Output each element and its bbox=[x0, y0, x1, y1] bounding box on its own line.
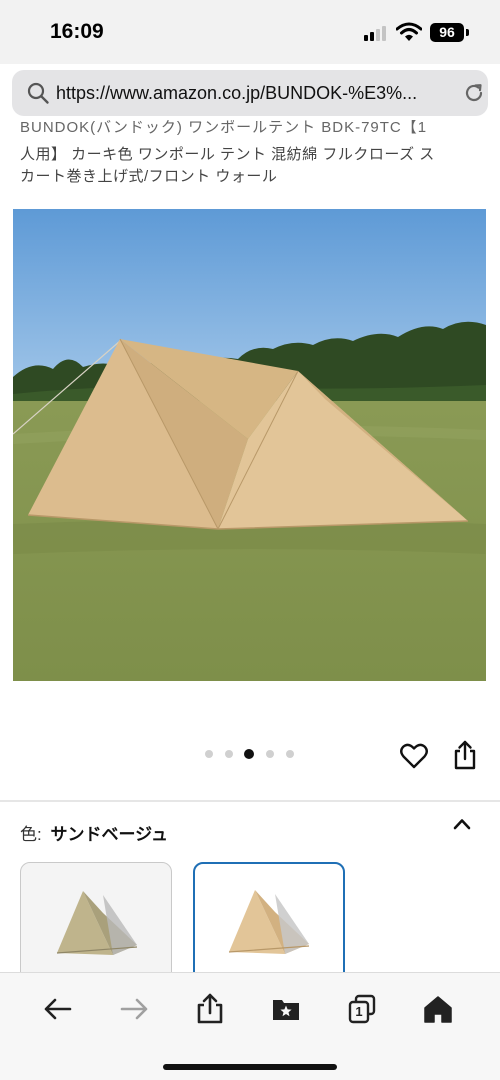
product-title-line2: 人用】 カーキ色 ワンポール テント 混紡綿 フルクローズ ス bbox=[20, 146, 435, 163]
color-swatch-sand-beige[interactable] bbox=[193, 862, 345, 982]
home-indicator[interactable] bbox=[163, 1064, 337, 1070]
carousel-dot[interactable] bbox=[225, 750, 233, 758]
product-title-partial: BUNDOK(バンドック) ワンポールテント BDK-79TC【1 bbox=[20, 120, 490, 140]
product-title-line1: BUNDOK(バンドック) ワンポールテント BDK-79TC【1 bbox=[20, 120, 428, 136]
share-icon[interactable] bbox=[194, 993, 226, 1025]
tabs-count: 1 bbox=[355, 1004, 363, 1019]
address-bar[interactable]: https://www.amazon.co.jp/BUNDOK-%E3%... bbox=[12, 70, 488, 116]
home-icon[interactable] bbox=[422, 993, 454, 1025]
carousel-dot[interactable] bbox=[205, 750, 213, 758]
status-time: 16:09 bbox=[50, 20, 104, 43]
forward-arrow-icon[interactable] bbox=[118, 993, 150, 1025]
section-divider bbox=[0, 800, 500, 802]
color-value: サンドベージュ bbox=[50, 825, 168, 844]
search-icon bbox=[27, 82, 49, 104]
color-label: 色: bbox=[20, 825, 42, 844]
carousel-dot-active[interactable] bbox=[244, 749, 254, 759]
color-selector-header[interactable]: 色: サンドベージュ bbox=[20, 820, 168, 845]
chevron-up-icon[interactable] bbox=[452, 816, 472, 832]
share-icon[interactable] bbox=[452, 740, 478, 770]
carousel-dot[interactable] bbox=[286, 750, 294, 758]
back-arrow-icon[interactable] bbox=[42, 993, 74, 1025]
heart-icon[interactable] bbox=[400, 743, 428, 769]
bookmarks-icon[interactable] bbox=[270, 993, 302, 1025]
carousel-dot[interactable] bbox=[266, 750, 274, 758]
product-title-line3: カート巻き上げ式/フロント ウォール bbox=[20, 168, 278, 185]
reload-icon[interactable] bbox=[462, 81, 486, 105]
battery-cap bbox=[466, 29, 469, 36]
cellular-signal-icon bbox=[364, 25, 390, 41]
color-swatch-khaki[interactable] bbox=[20, 862, 172, 982]
url-text[interactable]: https://www.amazon.co.jp/BUNDOK-%E3%... bbox=[56, 83, 436, 104]
battery-icon: 96 bbox=[430, 23, 464, 42]
product-image[interactable] bbox=[13, 209, 486, 681]
status-bar: 16:09 96 bbox=[0, 0, 500, 64]
tabs-icon[interactable]: 1 bbox=[346, 993, 378, 1025]
wifi-icon bbox=[396, 22, 422, 41]
